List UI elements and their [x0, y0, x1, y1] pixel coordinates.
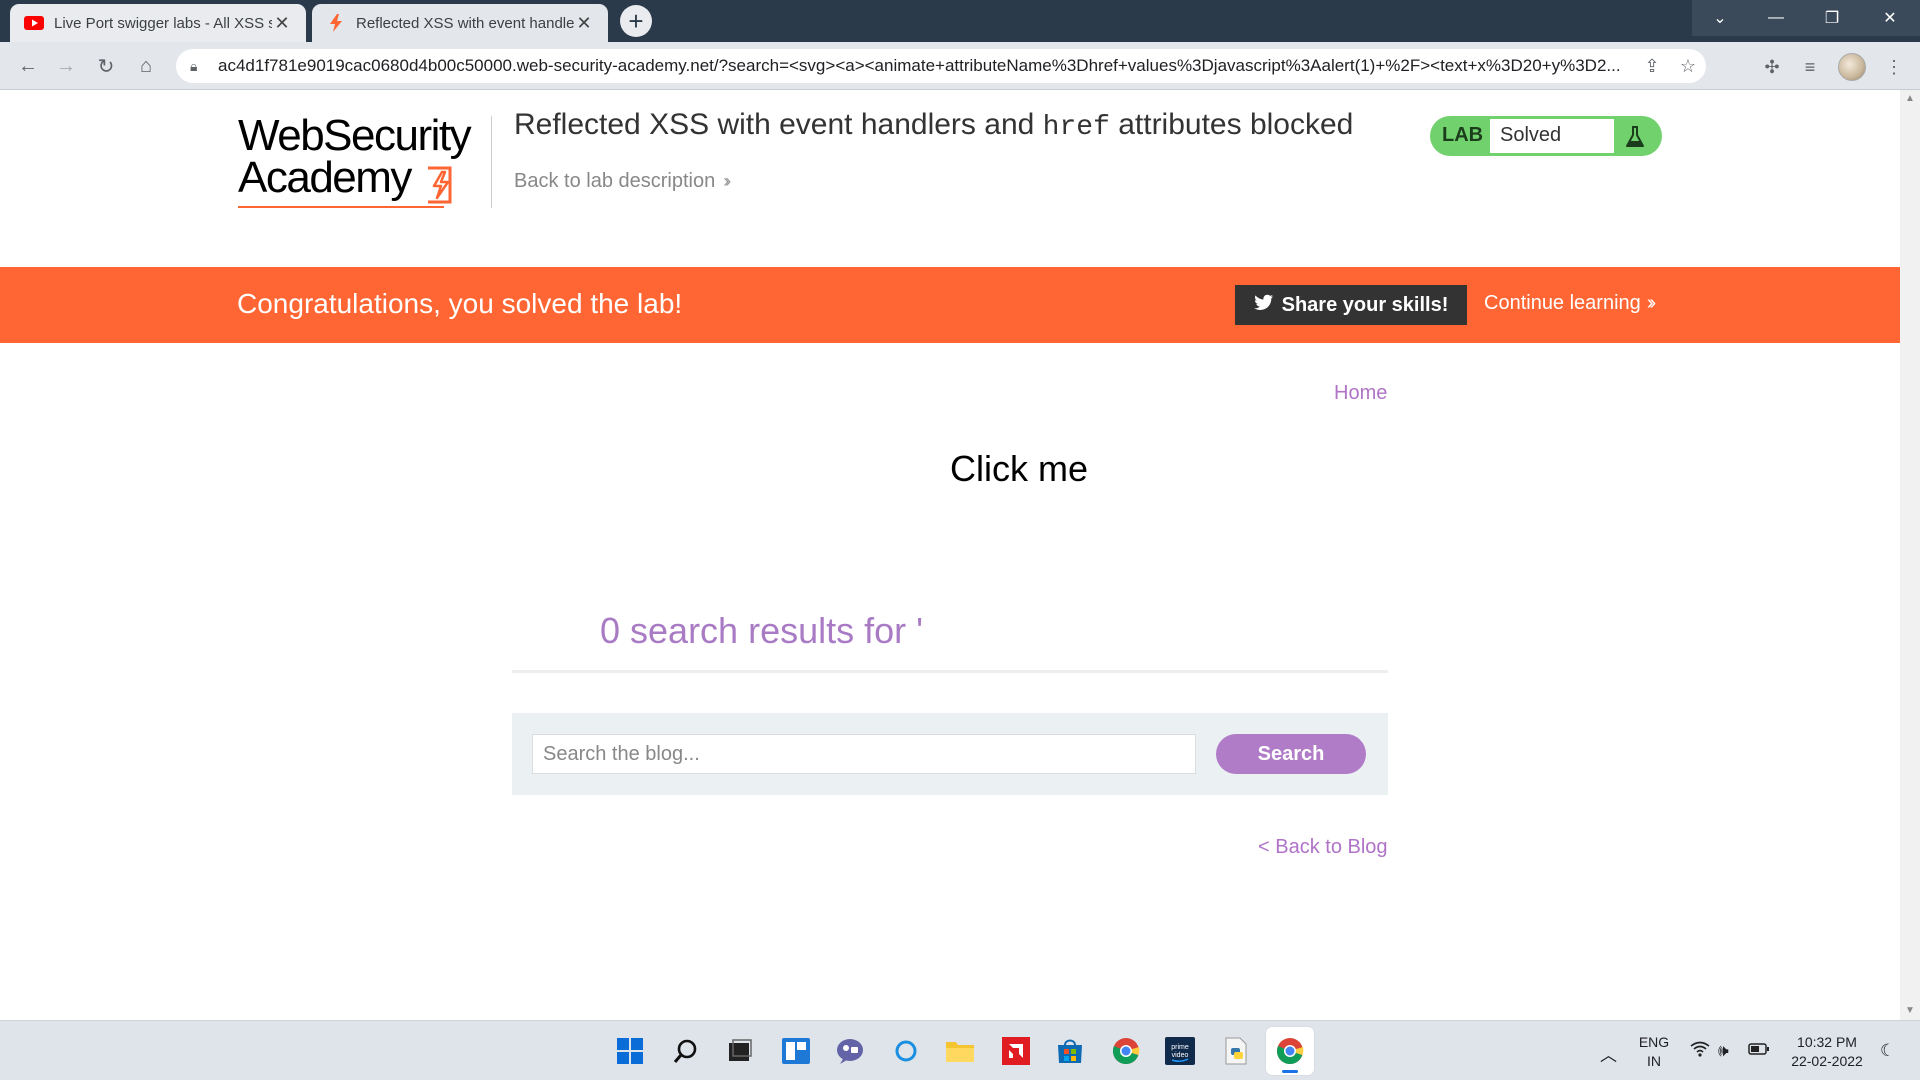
logo-bolt-icon [428, 166, 452, 204]
clock-date: 22-02-2022 [1791, 1053, 1863, 1069]
back-to-blog-link[interactable]: < Back to Blog [1258, 836, 1388, 859]
system-clock[interactable]: 10:32 PM 22-02-2022 [1786, 1033, 1868, 1071]
share-skills-button[interactable]: Share your skills! [1235, 285, 1467, 325]
logo-line-1: WebSecurity [238, 111, 472, 160]
battery-icon[interactable] [1748, 1041, 1770, 1061]
search-icon[interactable] [670, 1035, 702, 1067]
back-arrow-icon[interactable]: ← [14, 52, 42, 80]
python-file-icon[interactable] [1220, 1035, 1252, 1067]
back-to-lab-description-link[interactable]: Back to lab description ›› [514, 170, 731, 193]
svg-text:video: video [1172, 1052, 1189, 1059]
logo-line-2: Academy [238, 153, 412, 202]
double-chevron-right-icon: ›› [1646, 292, 1657, 314]
url-text[interactable]: ac4d1f781e9019cac0680d4b00c50000.web-sec… [218, 56, 1634, 76]
windows-taskbar: prime video ︿ ENG IN 🕪︎ 10:32 PM 22-02-20… [0, 1020, 1920, 1080]
teams-chat-icon[interactable] [834, 1035, 866, 1067]
lab-title-code: href [1042, 112, 1110, 143]
address-bar[interactable]: 🔒︎ ac4d1f781e9019cac0680d4b00c50000.web-… [176, 49, 1706, 83]
scroll-down-arrow-icon[interactable]: ▼ [1900, 1002, 1920, 1020]
microsoft-store-icon[interactable] [1054, 1035, 1086, 1067]
svg-text:prime: prime [1171, 1044, 1189, 1051]
web-security-academy-logo[interactable]: WebSecurity Academy [238, 111, 488, 208]
tab-title: Live Port swigger labs - All XSS sc [54, 14, 272, 32]
logo-underline [238, 206, 444, 208]
notifications-moon-icon[interactable]: ☾ [1880, 1041, 1895, 1061]
header-divider [491, 116, 492, 208]
forward-arrow-icon[interactable]: → [52, 52, 80, 80]
page-scrollbar[interactable]: ▲ ▼ [1900, 90, 1920, 1020]
clock-time: 10:32 PM [1797, 1034, 1857, 1050]
youtube-icon [24, 13, 44, 33]
lab-status-widget: LAB Solved [1430, 116, 1662, 156]
search-input[interactable] [532, 734, 1196, 774]
back-to-lab-description-label: Back to lab description [514, 170, 716, 192]
flask-icon [1626, 126, 1644, 147]
windows-start-icon[interactable] [614, 1035, 646, 1067]
profile-avatar[interactable] [1838, 53, 1866, 81]
active-app-indicator [1282, 1070, 1298, 1073]
chrome-icon[interactable] [1110, 1035, 1142, 1067]
browser-toolbar: ← → ↻ ⌂ 🔒︎ ac4d1f781e9019cac0680d4b00c50… [0, 42, 1920, 90]
home-link[interactable]: Home [1334, 382, 1387, 405]
lab-title-part-1: Reflected XSS with event handlers and [514, 108, 1043, 141]
close-tab-icon[interactable]: ✕ [574, 13, 594, 34]
volume-icon[interactable]: 🕪︎ [1718, 1041, 1729, 1061]
continue-learning-label: Continue learning [1484, 292, 1641, 314]
results-divider [512, 670, 1388, 673]
restore-button[interactable]: ❐ [1804, 0, 1860, 36]
web-page: WebSecurity Academy Reflected XSS with e… [0, 90, 1900, 1020]
amd-software-icon[interactable] [1000, 1035, 1032, 1067]
language-region: IN [1647, 1053, 1661, 1069]
cortana-icon[interactable] [890, 1035, 922, 1067]
continue-learning-link[interactable]: Continue learning ›› [1484, 292, 1657, 315]
search-button[interactable]: Search [1216, 734, 1366, 774]
click-me-svg-link[interactable]: Click me [950, 448, 1088, 490]
prime-video-icon[interactable]: prime video [1164, 1035, 1196, 1067]
lock-icon[interactable]: 🔒︎ [190, 58, 212, 75]
input-language-indicator[interactable]: ENG IN [1636, 1033, 1672, 1071]
tab-title: Reflected XSS with event handler [356, 14, 574, 32]
search-form: Search [512, 713, 1388, 795]
bookmark-star-icon[interactable]: ☆ [1670, 56, 1706, 77]
lab-title-part-2: attributes blocked [1109, 108, 1354, 141]
twitter-icon [1253, 294, 1274, 316]
language-code: ENG [1638, 1034, 1670, 1050]
portswigger-icon [326, 13, 346, 33]
scroll-up-arrow-icon[interactable]: ▲ [1900, 90, 1920, 108]
new-tab-button[interactable]: + [620, 5, 652, 37]
close-window-button[interactable]: ✕ [1860, 0, 1920, 36]
browser-menu-icon[interactable]: ⋮ [1880, 54, 1908, 80]
browser-tab-youtube[interactable]: Live Port swigger labs - All XSS sc ✕ [10, 4, 306, 42]
widgets-icon[interactable] [780, 1035, 812, 1067]
solved-banner: Congratulations, you solved the lab! Sha… [0, 267, 1900, 343]
wifi-icon[interactable] [1690, 1041, 1710, 1062]
media-queue-icon[interactable]: ≡ [1796, 54, 1824, 80]
show-hidden-icons-chevron-icon[interactable]: ︿ [1600, 1041, 1617, 1066]
lab-badge: LAB [1442, 124, 1484, 146]
minimize-button[interactable]: — [1748, 0, 1804, 36]
share-icon[interactable]: ⇪ [1634, 56, 1670, 77]
search-results-heading: 0 search results for ' [600, 610, 923, 651]
home-icon[interactable]: ⌂ [132, 52, 160, 80]
double-chevron-right-icon: ›› [723, 171, 731, 191]
browser-tab-bar: Live Port swigger labs - All XSS sc ✕ Re… [0, 0, 1920, 42]
tab-search-chevron-icon[interactable]: ⌄ [1692, 0, 1748, 36]
extensions-puzzle-icon[interactable]: ✣ [1758, 54, 1786, 80]
file-explorer-icon[interactable] [944, 1035, 976, 1067]
lab-status-text: Solved [1490, 119, 1614, 153]
browser-tab-lab[interactable]: Reflected XSS with event handler ✕ [312, 4, 608, 42]
chrome-active-icon[interactable] [1266, 1027, 1314, 1075]
task-view-icon[interactable] [724, 1035, 756, 1067]
solved-message: Congratulations, you solved the lab! [237, 288, 683, 319]
close-tab-icon[interactable]: ✕ [272, 13, 292, 34]
reload-icon[interactable]: ↻ [92, 52, 120, 80]
lab-title: Reflected XSS with event handlers and hr… [514, 108, 1353, 143]
share-skills-label: Share your skills! [1281, 293, 1449, 316]
